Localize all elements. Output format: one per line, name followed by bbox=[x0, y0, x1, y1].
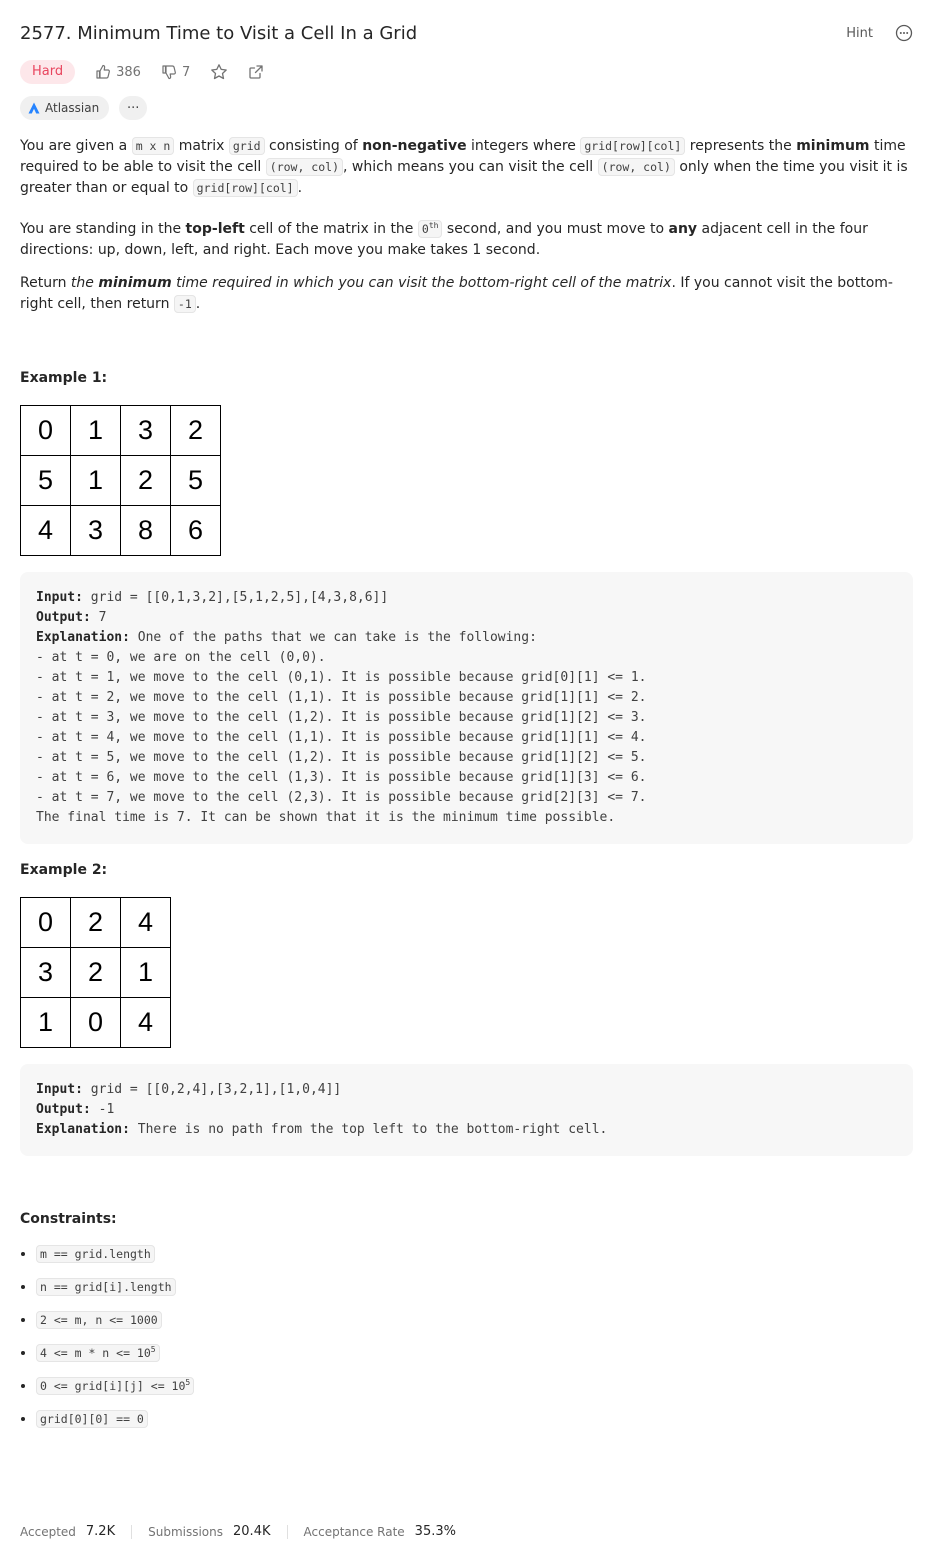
like-button[interactable]: 386 bbox=[95, 64, 141, 80]
thumbs-up-icon bbox=[96, 64, 111, 79]
thumbs-down-icon bbox=[162, 65, 176, 80]
constraint-item: n == grid[i].length bbox=[36, 1278, 194, 1312]
difficulty-badge: Hard bbox=[20, 60, 76, 84]
example-2-block: Input: grid = [[0,2,4],[3,2,1],[1,0,4]] … bbox=[20, 1064, 913, 1156]
inline-code: grid[row][col] bbox=[192, 179, 298, 197]
example-2-grid-image: 024 321 104 bbox=[20, 897, 171, 1048]
constraints-list: m == grid.length n == grid[i].length 2 <… bbox=[20, 1245, 195, 1444]
inline-code: grid bbox=[228, 137, 265, 155]
constraint-item: 0 <= grid[i][j] <= 105 bbox=[36, 1377, 195, 1411]
company-tag-atlassian[interactable]: Atlassian bbox=[20, 96, 110, 120]
submissions-label: Submissions bbox=[148, 1524, 224, 1539]
example-1-grid-image: 0132 5125 4386 bbox=[20, 405, 221, 556]
constraint-item: m == grid.length bbox=[36, 1245, 194, 1279]
more-tags-button[interactable]: ··· bbox=[119, 96, 148, 120]
company-name: Atlassian bbox=[45, 101, 100, 115]
inline-code: -1 bbox=[173, 295, 196, 313]
tags-row: Atlassian ··· bbox=[20, 96, 148, 120]
description-paragraph-2: You are standing in the top-left cell of… bbox=[20, 219, 868, 258]
constraints-heading: Constraints: bbox=[20, 1211, 117, 1227]
more-options-icon[interactable] bbox=[895, 24, 913, 42]
divider bbox=[286, 1524, 288, 1539]
inline-code: (row, col) bbox=[265, 158, 344, 176]
favorite-button[interactable] bbox=[210, 63, 228, 81]
title-row: 2577. Minimum Time to Visit a Cell In a … bbox=[20, 22, 913, 48]
share-icon bbox=[249, 65, 263, 79]
atlassian-logo-icon bbox=[28, 102, 40, 114]
constraint-item: grid[0][0] == 0 bbox=[36, 1410, 194, 1444]
description-paragraph-1: You are given a m x n matrix grid consis… bbox=[20, 137, 908, 197]
stats-footer: Accepted 7.2K Submissions 20.4K Acceptan… bbox=[20, 1524, 456, 1539]
hint-button[interactable]: Hint bbox=[846, 26, 873, 41]
inline-code: m x n bbox=[131, 137, 175, 155]
example-1-heading: Example 1: bbox=[20, 370, 108, 386]
accepted-label: Accepted bbox=[20, 1524, 76, 1539]
like-count: 386 bbox=[116, 64, 141, 80]
inline-code: grid[row][col] bbox=[580, 137, 686, 155]
star-icon bbox=[211, 64, 228, 80]
submissions-value: 20.4K bbox=[233, 1524, 271, 1539]
accepted-value: 7.2K bbox=[85, 1524, 116, 1539]
example-1-block: Input: grid = [[0,1,3,2],[5,1,2,5],[4,3,… bbox=[20, 572, 913, 844]
divider bbox=[131, 1524, 133, 1539]
acceptance-rate-label: Acceptance Rate bbox=[303, 1524, 405, 1539]
inline-code: (row, col) bbox=[597, 158, 675, 176]
dislike-button[interactable]: 7 bbox=[161, 64, 190, 80]
meta-row: Hard 386 7 bbox=[20, 60, 264, 84]
description-paragraph-3: Return the minimum time required in whic… bbox=[20, 275, 893, 313]
acceptance-rate-value: 35.3% bbox=[414, 1524, 456, 1539]
example-2-heading: Example 2: bbox=[20, 862, 108, 878]
inline-code: 0th bbox=[417, 219, 443, 238]
constraint-item: 2 <= m, n <= 1000 bbox=[36, 1311, 194, 1345]
problem-title[interactable]: 2577. Minimum Time to Visit a Cell In a … bbox=[20, 22, 913, 46]
share-button[interactable] bbox=[248, 64, 264, 80]
constraint-item: 4 <= m * n <= 105 bbox=[36, 1344, 194, 1378]
dislike-count: 7 bbox=[181, 64, 191, 80]
